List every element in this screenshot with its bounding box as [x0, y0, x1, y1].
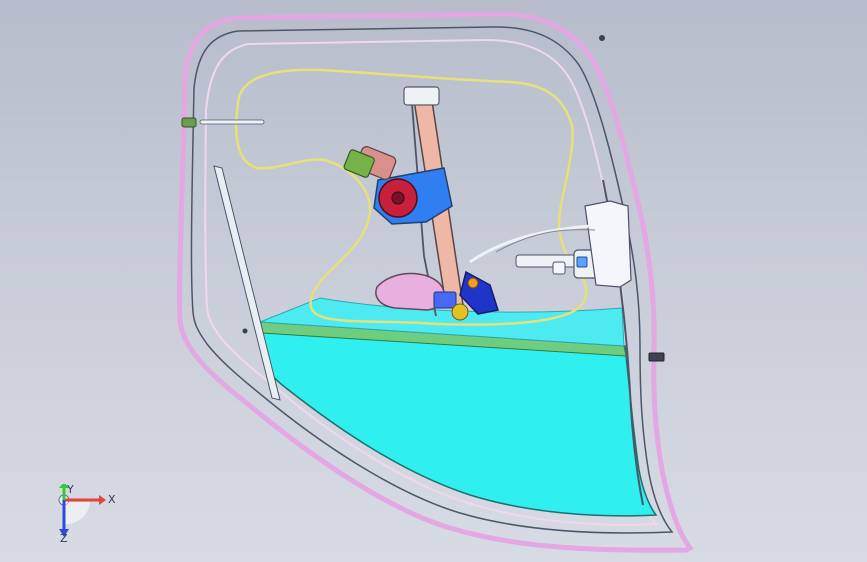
door-lock-assembly	[469, 200, 632, 288]
lock-handle-rod	[515, 254, 581, 268]
motor-gear-hub	[391, 191, 405, 205]
drive-orange-nut	[467, 277, 479, 289]
side-bolt-left	[199, 119, 265, 125]
triad-x-label: X	[108, 493, 116, 506]
lock-connector-blue	[576, 256, 588, 268]
top-right-pin	[599, 35, 605, 41]
small-black-mark	[242, 328, 248, 334]
side-mount-left	[181, 117, 197, 128]
door-assembly-model[interactable]	[0, 0, 867, 562]
triad-y-label: Y	[66, 484, 74, 496]
coordinate-triad: X Y Z	[58, 484, 116, 544]
triad-shadow	[64, 502, 90, 525]
bottom-right-latch	[648, 352, 665, 362]
cad-viewport[interactable]: X Y Z	[0, 0, 867, 562]
triad-z-label: Z	[60, 532, 68, 544]
lock-connector-small	[552, 261, 566, 275]
rail-top-bracket	[403, 86, 440, 106]
drive-blue-clip	[433, 291, 457, 309]
triad-x-arrow	[99, 495, 106, 505]
drive-yellow-pin	[451, 303, 469, 321]
